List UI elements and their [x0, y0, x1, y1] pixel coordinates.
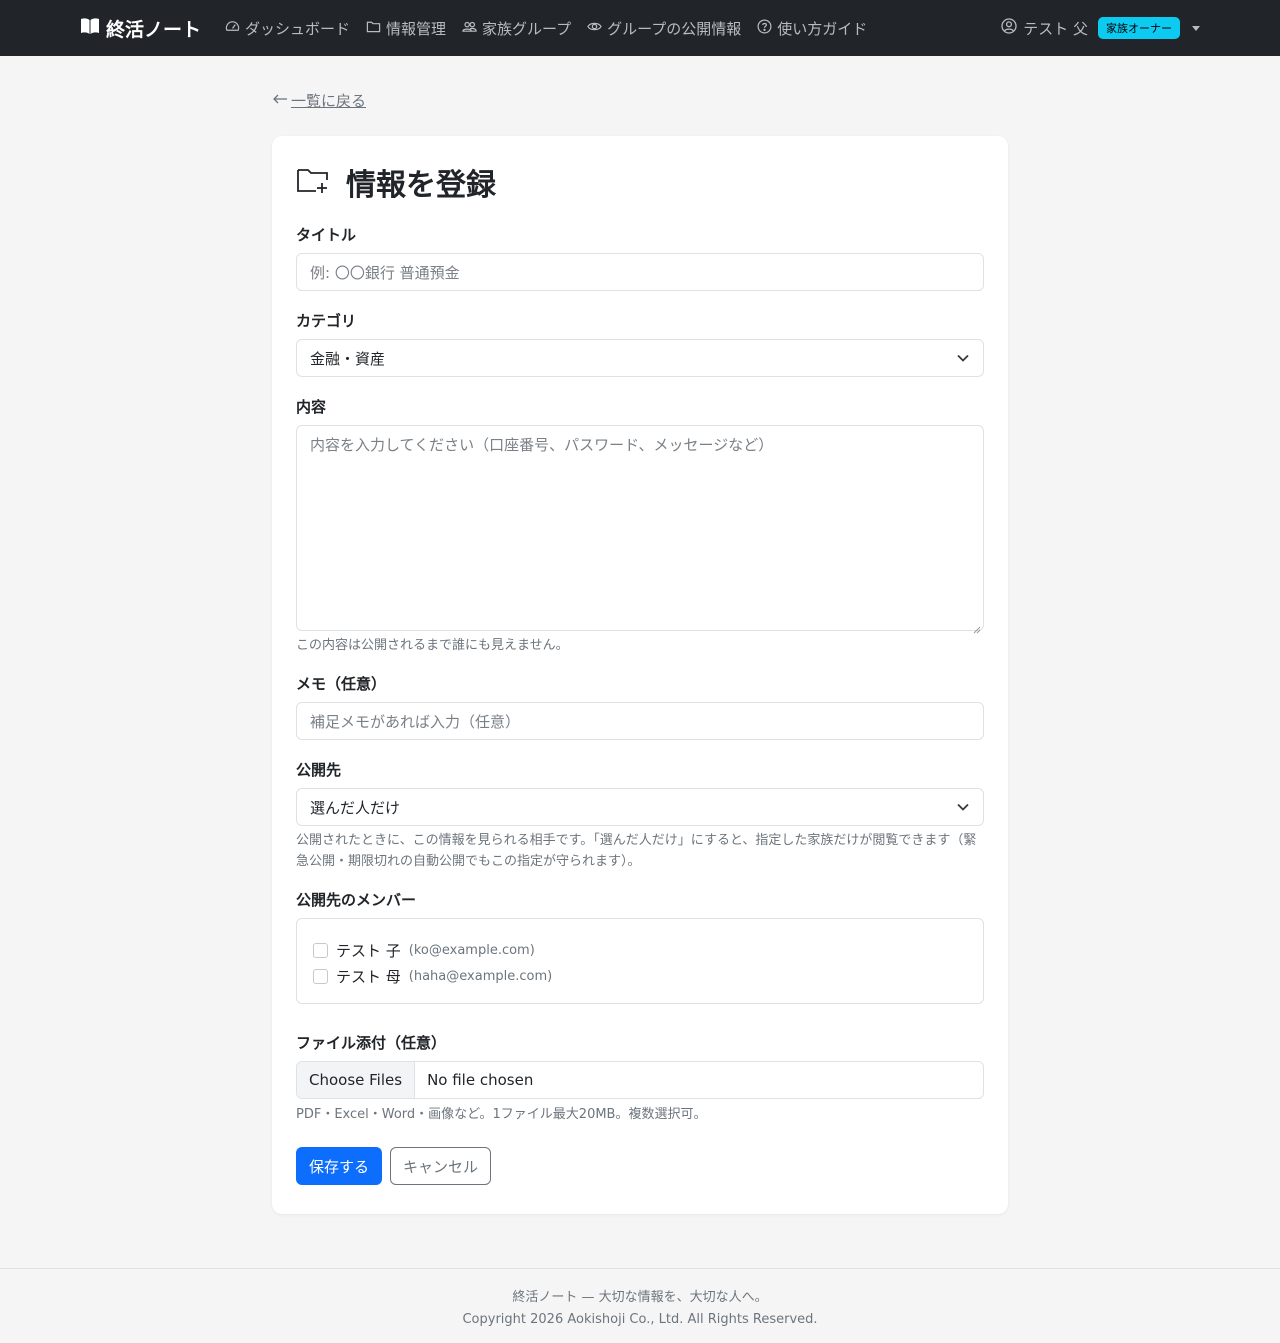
folder-icon [366, 19, 381, 38]
footer-copyright: Copyright 2026 Aokishoji Co., Ltd. All R… [462, 1312, 818, 1327]
folder-plus-icon [296, 166, 330, 198]
members-label: 公開先のメンバー [296, 891, 417, 909]
brand-label: 終活ノート [106, 18, 202, 41]
member-name: テスト 母 [336, 967, 401, 986]
content-textarea[interactable]: 内容を入力してください（口座番号、パスワード、メッセージなど） [296, 425, 984, 634]
role-badge: 家族オーナー [1098, 17, 1180, 39]
resize-handle-icon[interactable] [973, 620, 981, 634]
file-help: PDF・Excel・Word・画像など。1ファイル最大20MB。複数選択可。 [296, 1107, 707, 1122]
title-row: 情報を登録 [296, 160, 984, 204]
speedometer-icon [225, 19, 240, 38]
top-navbar: 終活ノート ダッシュボード 情報管理 家族グループ グループの公開情報 使い方ガ… [0, 0, 1280, 56]
visibility-label: 公開先 [296, 761, 342, 779]
brand[interactable]: 終活ノート [80, 15, 201, 42]
user-name: テスト 父 [1023, 19, 1088, 38]
nav-link-label: グループの公開情報 [607, 19, 742, 38]
nav-link-label: 家族グループ [482, 19, 572, 38]
nav-link-family[interactable]: 家族グループ [462, 18, 571, 39]
member-name: テスト 子 [336, 941, 401, 960]
content-help: この内容は公開されるまで誰にも見えません。 [296, 638, 569, 653]
category-value: 金融・資産 [310, 349, 386, 368]
content-label: 内容 [296, 398, 327, 416]
nav-link-public[interactable]: グループの公開情報 [587, 18, 741, 39]
visibility-value: 選んだ人だけ [310, 798, 401, 817]
member-item: テスト 子 (ko@example.com) [313, 937, 967, 963]
title-placeholder: 例: 〇〇銀行 普通預金 [310, 263, 460, 282]
nav-links: ダッシュボード 情報管理 家族グループ グループの公開情報 使い方ガイド [225, 18, 867, 39]
footer-tagline: 終活ノート — 大切な情報を、大切な人へ。 [512, 1290, 768, 1305]
page-title: 情報を登録 [346, 168, 496, 203]
member-checkbox[interactable] [313, 942, 328, 958]
chevron-down-icon [956, 798, 970, 816]
person-circle-icon [1001, 18, 1017, 38]
nav-link-info[interactable]: 情報管理 [366, 18, 446, 39]
save-button[interactable]: 保存する [296, 1147, 383, 1185]
nav-link-label: ダッシュボード [245, 19, 351, 38]
nav-link-label: 情報管理 [386, 19, 447, 38]
question-circle-icon [757, 19, 772, 38]
back-link-label: 一覧に戻る [291, 92, 367, 110]
members-box: テスト 子 (ko@example.com) テスト 母 (haha@examp… [296, 918, 984, 1004]
book-icon [80, 17, 100, 40]
category-label: カテゴリ [296, 312, 357, 330]
form-actions: 保存する キャンセル [296, 1147, 984, 1185]
nav-link-guide[interactable]: 使い方ガイド [757, 18, 867, 39]
member-email: (ko@example.com) [408, 942, 535, 958]
memo-label: メモ（任意） [296, 675, 387, 693]
footer: 終活ノート — 大切な情報を、大切な人へ。 Copyright 2026 Aok… [0, 1268, 1280, 1343]
register-form-card: 情報を登録 タイトル 例: 〇〇銀行 普通預金 カテゴリ 金融・資産 内容 内容… [272, 136, 1008, 1214]
nav-link-label: 使い方ガイド [777, 19, 868, 38]
member-checkbox[interactable] [313, 968, 328, 984]
member-item: テスト 母 (haha@example.com) [313, 963, 967, 989]
chevron-down-icon [956, 349, 970, 367]
content-placeholder: 内容を入力してください（口座番号、パスワード、メッセージなど） [310, 436, 774, 454]
title-input[interactable]: 例: 〇〇銀行 普通預金 [296, 253, 984, 291]
user-menu-toggle[interactable]: テスト 父 家族オーナー [1001, 17, 1200, 39]
file-status: No file chosen [427, 1071, 534, 1089]
back-to-list-link[interactable]: 一覧に戻る [272, 90, 366, 111]
title-label: タイトル [296, 226, 357, 244]
choose-files-button[interactable]: Choose Files [297, 1062, 416, 1098]
dropdown-caret-icon [1192, 25, 1200, 31]
category-select[interactable]: 金融・資産 [296, 339, 984, 377]
main-content: 一覧に戻る 情報を登録 タイトル 例: 〇〇銀行 普通預金 カテゴリ 金融・資産… [272, 56, 1008, 1214]
file-input[interactable]: Choose Files No file chosen [296, 1061, 984, 1099]
visibility-select[interactable]: 選んだ人だけ [296, 788, 984, 826]
memo-placeholder: 補足メモがあれば入力（任意） [310, 712, 521, 731]
eye-icon [587, 19, 602, 38]
arrow-left-icon [272, 92, 288, 110]
people-icon [462, 19, 477, 38]
visibility-help: 公開されたときに、この情報を見られる相手です。「選んだ人だけ」にすると、指定した… [296, 833, 977, 869]
cancel-button[interactable]: キャンセル [390, 1147, 492, 1185]
nav-link-dashboard[interactable]: ダッシュボード [225, 18, 350, 39]
file-label: ファイル添付（任意） [296, 1034, 447, 1052]
memo-input[interactable]: 補足メモがあれば入力（任意） [296, 702, 984, 740]
member-email: (haha@example.com) [408, 968, 553, 984]
